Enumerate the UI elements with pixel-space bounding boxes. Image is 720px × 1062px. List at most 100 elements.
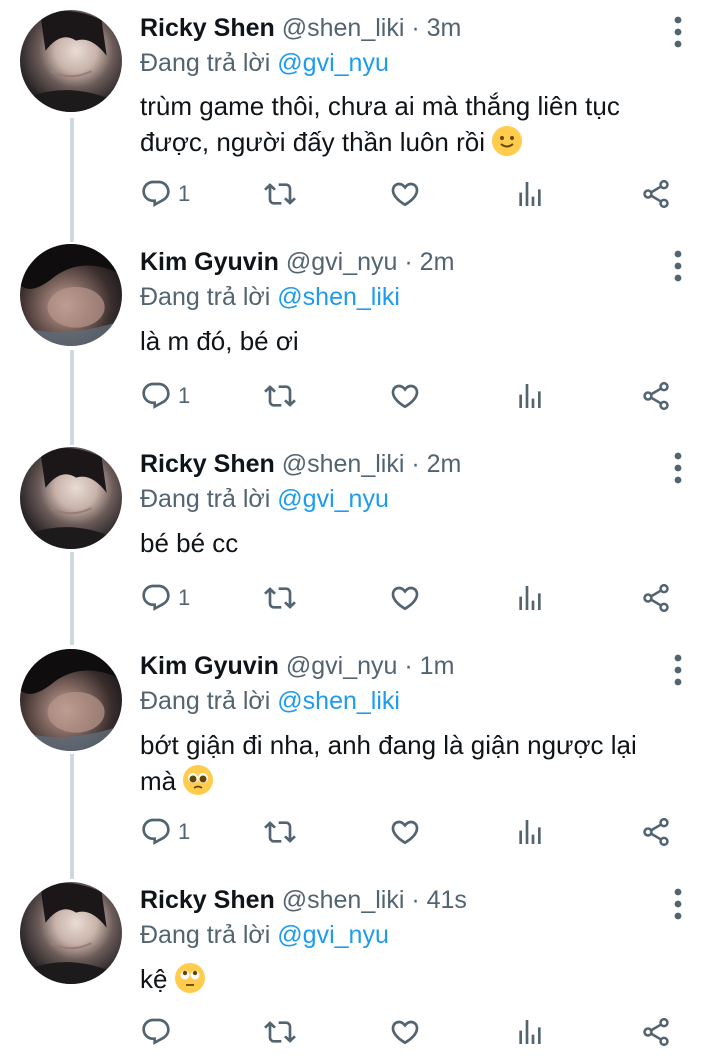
avatar[interactable] <box>20 882 122 984</box>
more-options-icon[interactable] <box>664 450 692 486</box>
tweet-text: bé bé cc <box>140 525 700 561</box>
avatar[interactable] <box>20 10 122 112</box>
reply-button[interactable]: 1 <box>140 578 190 618</box>
reply-count: 1 <box>178 819 191 844</box>
thread-line <box>70 118 74 242</box>
share-icon <box>640 178 672 210</box>
reply-button[interactable]: 1 <box>140 812 190 852</box>
reply-prefix: Đang trả lời <box>140 921 271 949</box>
timestamp[interactable]: 41s <box>427 886 467 914</box>
like-button[interactable] <box>389 578 421 618</box>
reply-button[interactable]: 1 <box>140 376 190 416</box>
slightly-smiling-face-icon <box>492 126 523 156</box>
thread-line <box>70 754 74 879</box>
reply-prefix: Đang trả lời <box>140 687 271 715</box>
like-button[interactable] <box>389 174 421 214</box>
reply-count: 1 <box>178 181 191 206</box>
heart-icon <box>389 380 421 412</box>
like-button[interactable] <box>389 376 421 416</box>
retweet-button[interactable] <box>264 812 296 852</box>
like-button[interactable] <box>389 1012 421 1052</box>
share-icon <box>640 816 672 848</box>
display-name[interactable]: Ricky Shen <box>140 14 275 42</box>
more-options-icon[interactable] <box>664 886 692 922</box>
reply-icon <box>140 380 172 412</box>
reply-mention-link[interactable]: @shen_liki <box>277 687 400 715</box>
share-button[interactable] <box>640 1012 672 1052</box>
tweet-text: là m đó, bé ơi <box>140 323 700 359</box>
retweet-icon <box>264 178 296 210</box>
reply-mention-link[interactable]: @shen_liki <box>277 283 400 311</box>
analytics-icon <box>514 582 546 614</box>
retweet-icon <box>264 582 296 614</box>
user-handle[interactable]: @shen_liki <box>282 14 405 42</box>
thread-line <box>70 350 74 445</box>
separator: · <box>411 14 420 42</box>
more-options-icon[interactable] <box>664 248 692 284</box>
share-icon <box>640 1016 672 1048</box>
face-with-rolling-eyes-icon <box>174 963 205 993</box>
tweet-text: kệ <box>140 961 700 997</box>
share-button[interactable] <box>640 812 672 852</box>
analytics-button[interactable] <box>514 376 546 416</box>
like-button[interactable] <box>389 812 421 852</box>
reply-button[interactable]: 1 <box>140 174 190 214</box>
reply-prefix: Đang trả lời <box>140 283 271 311</box>
share-button[interactable] <box>640 578 672 618</box>
reply-icon <box>140 1016 172 1048</box>
analytics-icon <box>514 816 546 848</box>
tweet-text-line: bớt giận đi nha, anh đang là giận ngược … <box>140 730 637 760</box>
retweet-button[interactable] <box>264 1012 296 1052</box>
tweet-text-line: bé bé cc <box>140 528 239 558</box>
analytics-button[interactable] <box>514 1012 546 1052</box>
tweet-text-line: là m đó, bé ơi <box>140 326 299 356</box>
retweet-icon <box>264 380 296 412</box>
retweet-button[interactable] <box>264 376 296 416</box>
timestamp[interactable]: 3m <box>427 14 462 42</box>
tweet-text-line: mà <box>140 766 177 796</box>
more-options-icon[interactable] <box>664 14 692 50</box>
separator: · <box>404 652 413 680</box>
analytics-button[interactable] <box>514 174 546 214</box>
user-handle[interactable]: @shen_liki <box>282 886 405 914</box>
analytics-icon <box>514 1016 546 1048</box>
reply-icon <box>140 178 172 210</box>
timestamp[interactable]: 1m <box>420 652 455 680</box>
tweet-text-line: được, người đấy thần luôn rồi <box>140 127 485 157</box>
separator: · <box>411 450 420 478</box>
reply-mention-link[interactable]: @gvi_nyu <box>277 921 389 949</box>
heart-icon <box>389 178 421 210</box>
reply-mention-link[interactable]: @gvi_nyu <box>277 49 389 77</box>
avatar[interactable] <box>20 244 122 346</box>
reply-prefix: Đang trả lời <box>140 49 271 77</box>
timestamp[interactable]: 2m <box>427 450 462 478</box>
display-name[interactable]: Ricky Shen <box>140 450 275 478</box>
analytics-icon <box>514 178 546 210</box>
reply-button[interactable] <box>140 1012 178 1052</box>
analytics-button[interactable] <box>514 578 546 618</box>
analytics-button[interactable] <box>514 812 546 852</box>
display-name[interactable]: Kim Gyuvin <box>140 248 279 276</box>
reply-prefix: Đang trả lời <box>140 485 271 513</box>
share-icon <box>640 380 672 412</box>
reply-icon <box>140 582 172 614</box>
user-handle[interactable]: @gvi_nyu <box>286 248 398 276</box>
timestamp[interactable]: 2m <box>420 248 455 276</box>
share-button[interactable] <box>640 376 672 416</box>
more-options-icon[interactable] <box>664 652 692 688</box>
retweet-button[interactable] <box>264 174 296 214</box>
display-name[interactable]: Ricky Shen <box>140 886 275 914</box>
display-name[interactable]: Kim Gyuvin <box>140 652 279 680</box>
user-handle[interactable]: @gvi_nyu <box>286 652 398 680</box>
user-handle[interactable]: @shen_liki <box>282 450 405 478</box>
retweet-icon <box>264 816 296 848</box>
share-button[interactable] <box>640 174 672 214</box>
avatar[interactable] <box>20 447 122 549</box>
reply-mention-link[interactable]: @gvi_nyu <box>277 485 389 513</box>
tweet-text-line: trùm game thôi, chưa ai mà thắng liên tụ… <box>140 91 620 121</box>
heart-icon <box>389 1016 421 1048</box>
retweet-button[interactable] <box>264 578 296 618</box>
avatar[interactable] <box>20 649 122 751</box>
tweet-text-line: kệ <box>140 964 168 994</box>
analytics-icon <box>514 380 546 412</box>
